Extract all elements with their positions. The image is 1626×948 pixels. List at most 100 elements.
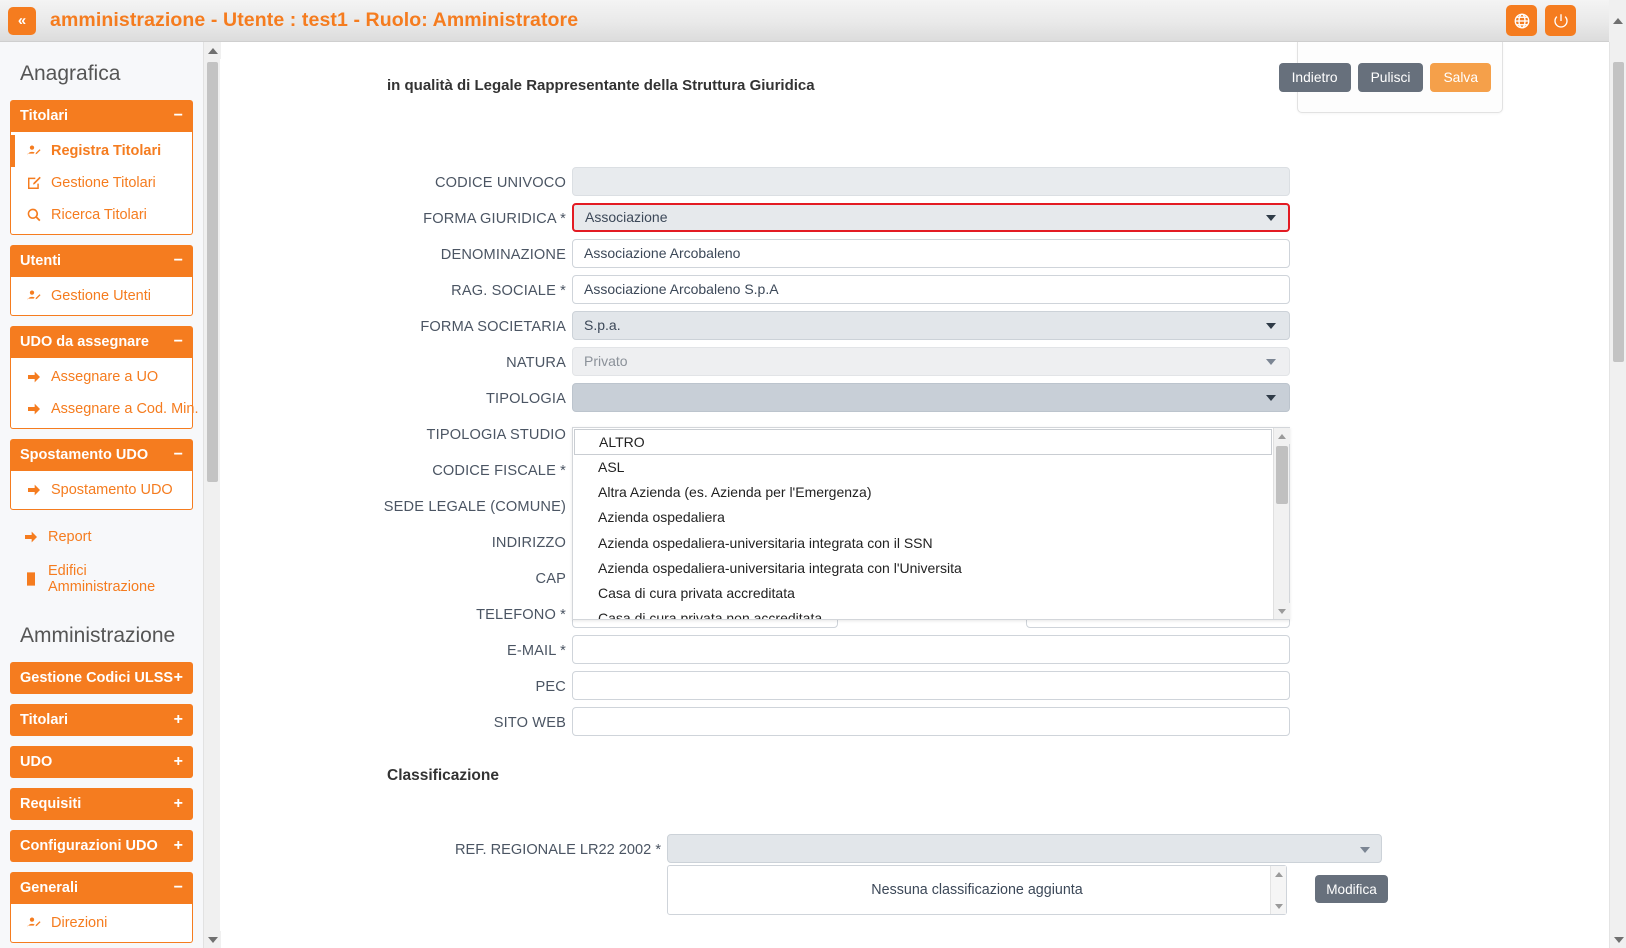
rag-sociale-input[interactable]: Associazione Arcobaleno S.p.A bbox=[572, 275, 1290, 304]
minus-icon: − bbox=[174, 108, 183, 124]
modifica-button[interactable]: Modifica bbox=[1315, 875, 1388, 903]
minus-icon: − bbox=[174, 447, 183, 463]
dropdown-option[interactable]: Azienda ospedaliera bbox=[573, 505, 1273, 530]
field-label: CAP bbox=[221, 571, 566, 587]
sidebar-item-report[interactable]: Report bbox=[10, 520, 193, 554]
sidebar-collapse-button[interactable]: « bbox=[8, 7, 36, 35]
sidebar-group-header-admin-titolari[interactable]: Titolari + bbox=[10, 704, 193, 736]
top-bar: « amministrazione - Utente : test1 - Ruo… bbox=[0, 0, 1626, 42]
tipologia-select[interactable] bbox=[572, 383, 1290, 412]
field-row-pec: PEC bbox=[221, 671, 1609, 707]
sidebar-item-edifici-amministrazione[interactable]: Edifici Amministrazione bbox=[10, 554, 193, 604]
sidebar-group-header-udo-da-assegnare[interactable]: UDO da assegnare − bbox=[10, 326, 193, 358]
dropdown-option[interactable]: Casa di cura privata non accreditata bbox=[573, 606, 1273, 619]
sidebar-group-title: Gestione Codici ULSS bbox=[20, 670, 173, 686]
main-content: in qualità di Legale Rappresentante dell… bbox=[221, 42, 1609, 948]
sidebar-group-title: Titolari bbox=[20, 712, 68, 728]
pulisci-button[interactable]: Pulisci bbox=[1358, 63, 1424, 92]
field-label: NATURA bbox=[221, 355, 566, 371]
form-heading: in qualità di Legale Rappresentante dell… bbox=[387, 77, 815, 94]
field-label: FORMA SOCIETARIA bbox=[221, 319, 566, 335]
sidebar-group-header-gestione-codici-ulss[interactable]: Gestione Codici ULSS + bbox=[10, 662, 193, 694]
sidebar-group-header-utenti[interactable]: Utenti − bbox=[10, 245, 193, 277]
dropdown-option[interactable]: ASL bbox=[573, 455, 1273, 480]
classification-empty-text: Nessuna classificazione aggiunta bbox=[871, 882, 1082, 898]
sidebar-group-gestione-codici-ulss: Gestione Codici ULSS + bbox=[10, 662, 193, 694]
sidebar-scroll-thumb[interactable] bbox=[207, 62, 218, 482]
classification-scroll-up-arrow[interactable] bbox=[1271, 867, 1287, 881]
ref-regionale-select[interactable] bbox=[667, 834, 1382, 863]
page-scroll-down-arrow[interactable] bbox=[1610, 931, 1626, 948]
sidebar-group-header-titolari[interactable]: Titolari − bbox=[10, 100, 193, 132]
dropdown-option[interactable]: Azienda ospedaliera-universitaria integr… bbox=[573, 531, 1273, 556]
globe-icon[interactable] bbox=[1506, 5, 1537, 36]
field-label: REF. REGIONALE LR22 2002 * bbox=[221, 842, 661, 858]
power-icon[interactable] bbox=[1545, 5, 1576, 36]
sidebar-scrollbar[interactable] bbox=[203, 42, 220, 948]
sidebar-scroll-up-arrow[interactable] bbox=[204, 42, 221, 59]
field-label: CODICE FISCALE * bbox=[221, 463, 566, 479]
field-label: TELEFONO * bbox=[221, 607, 566, 623]
sidebar-item-assegnare-a-uo[interactable]: Assegnare a UO bbox=[11, 361, 192, 393]
salva-button[interactable]: Salva bbox=[1430, 63, 1491, 92]
sidebar-group-title: UDO da assegnare bbox=[20, 334, 149, 350]
sidebar-scroll-down-arrow[interactable] bbox=[204, 931, 221, 948]
dropdown-scroll-up-arrow[interactable] bbox=[1274, 428, 1290, 444]
plus-icon: + bbox=[174, 754, 183, 770]
dropdown-option[interactable]: Altra Azienda (es. Azienda per l'Emergen… bbox=[573, 480, 1273, 505]
sidebar-group-title: UDO bbox=[20, 754, 52, 770]
sidebar-group-title: Requisiti bbox=[20, 796, 81, 812]
sidebar-item-gestione-titolari[interactable]: Gestione Titolari bbox=[11, 167, 192, 199]
dropdown-option[interactable]: Azienda ospedaliera-universitaria integr… bbox=[573, 556, 1273, 581]
classification-box-scrollbar[interactable] bbox=[1270, 866, 1286, 914]
denominazione-input[interactable]: Associazione Arcobaleno bbox=[572, 239, 1290, 268]
dropdown-scroll-thumb[interactable] bbox=[1276, 446, 1288, 504]
sito-web-input[interactable] bbox=[572, 707, 1290, 736]
forma-giuridica-select[interactable]: Associazione bbox=[572, 203, 1290, 232]
arrow-right-icon bbox=[25, 401, 42, 417]
pencil-square-icon bbox=[25, 175, 42, 191]
sidebar-group-header-generali[interactable]: Generali − bbox=[10, 872, 193, 904]
email-input[interactable] bbox=[572, 635, 1290, 664]
sidebar-item-spostamento-udo[interactable]: Spostamento UDO bbox=[11, 474, 192, 506]
forma-societaria-select[interactable]: S.p.a. bbox=[572, 311, 1290, 340]
field-row-tipologia: TIPOLOGIA bbox=[221, 383, 1609, 419]
dropdown-option[interactable]: Casa di cura privata accreditata bbox=[573, 581, 1273, 606]
field-label: PEC bbox=[221, 679, 566, 695]
plus-icon: + bbox=[174, 796, 183, 812]
page-scroll-top-arrow[interactable] bbox=[1609, 0, 1626, 42]
pec-input[interactable] bbox=[572, 671, 1290, 700]
field-label: SITO WEB bbox=[221, 715, 566, 731]
dropdown-option[interactable]: ALTRO bbox=[574, 429, 1272, 455]
sidebar-group-body: Registra Titolari Gestione Titolari Rice… bbox=[10, 132, 193, 235]
sidebar-group-header-spostamento-udo[interactable]: Spostamento UDO − bbox=[10, 439, 193, 471]
field-label: FORMA GIURIDICA * bbox=[221, 211, 566, 227]
sidebar-item-registra-titolari[interactable]: Registra Titolari bbox=[11, 135, 192, 167]
field-row-sito-web: SITO WEB bbox=[221, 707, 1609, 743]
sidebar-group-title: Configurazioni UDO bbox=[20, 838, 158, 854]
classification-scroll-down-arrow[interactable] bbox=[1271, 899, 1287, 913]
sidebar-group-header-requisiti[interactable]: Requisiti + bbox=[10, 788, 193, 820]
sidebar-item-assegnare-a-cod-min[interactable]: Assegnare a Cod. Min. bbox=[11, 393, 192, 425]
sidebar-group-header-configurazioni-udo[interactable]: Configurazioni UDO + bbox=[10, 830, 193, 862]
sidebar-item-ricerca-titolari[interactable]: Ricerca Titolari bbox=[11, 199, 192, 231]
plus-icon: + bbox=[174, 712, 183, 728]
sidebar-group-header-admin-udo[interactable]: UDO + bbox=[10, 746, 193, 778]
building-icon bbox=[22, 571, 39, 587]
dropdown-scrollbar[interactable] bbox=[1273, 428, 1289, 619]
sidebar-item-label: Assegnare a Cod. Min. bbox=[51, 401, 199, 417]
dropdown-scroll-down-arrow[interactable] bbox=[1274, 603, 1290, 619]
tipologia-dropdown-listbox[interactable]: ALTRO ASL Altra Azienda (es. Azienda per… bbox=[572, 427, 1290, 620]
classification-heading: Classificazione bbox=[387, 767, 499, 785]
page-scrollbar[interactable] bbox=[1609, 42, 1626, 948]
chevron-down-icon bbox=[1266, 215, 1276, 221]
indietro-button[interactable]: Indietro bbox=[1279, 63, 1351, 92]
sidebar-item-gestione-utenti[interactable]: Gestione Utenti bbox=[11, 280, 192, 312]
codice-univoco-input[interactable] bbox=[572, 167, 1290, 196]
sidebar-group-body: Direzioni bbox=[10, 904, 193, 943]
page-scroll-thumb[interactable] bbox=[1613, 62, 1624, 362]
field-row-denominazione: DENOMINAZIONE Associazione Arcobaleno bbox=[221, 239, 1609, 275]
sidebar-item-direzioni[interactable]: Direzioni bbox=[11, 907, 192, 939]
user-edit-icon bbox=[25, 915, 42, 931]
field-label: E-MAIL * bbox=[221, 643, 566, 659]
